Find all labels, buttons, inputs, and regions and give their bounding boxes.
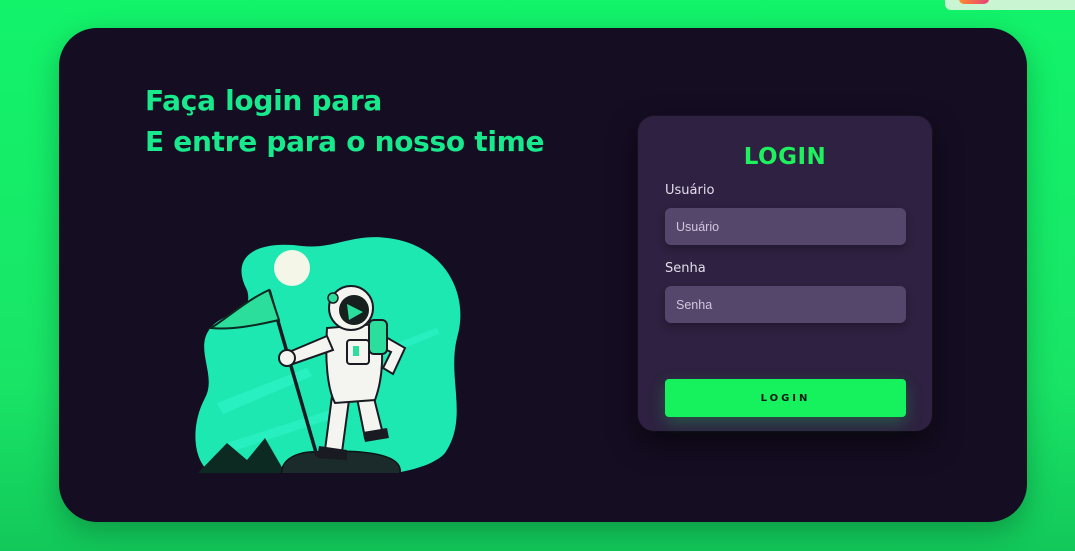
login-title: LOGIN [743, 144, 827, 170]
username-label: Usuário [665, 183, 715, 198]
astronaut-with-flag-illustration [195, 237, 461, 473]
password-label: Senha [665, 261, 706, 276]
hero-line-2: E entre para o nosso time [145, 125, 545, 158]
login-button[interactable]: LOGIN [665, 379, 906, 417]
login-form: LOGIN Usuário Senha LOGIN [638, 116, 932, 431]
main-card: Faça login para E entre para o nosso tim… [59, 28, 1027, 522]
sun-shape [274, 250, 310, 286]
username-input[interactable] [665, 208, 906, 245]
hero-line-1: Faça login para [145, 84, 382, 117]
overlay-logo-icon [959, 0, 989, 4]
flag-shape [207, 288, 281, 330]
hero-headline: Faça login para E entre para o nosso tim… [145, 80, 545, 162]
top-right-overlay [945, 0, 1075, 10]
password-input[interactable] [665, 286, 906, 323]
